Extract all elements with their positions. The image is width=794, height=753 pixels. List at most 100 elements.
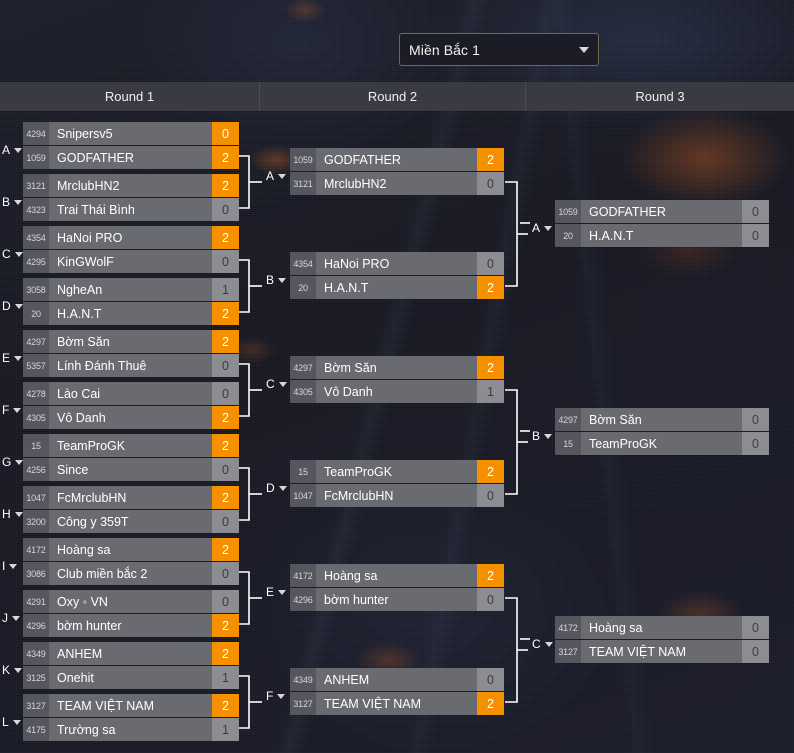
team-row[interactable]: 3127 TEAM VIỆT NAM 2	[23, 694, 239, 717]
match-r1-a[interactable]: 4294 Snipersv5 0 1059 GODFATHER 2	[23, 122, 239, 169]
region-select-value: Miền Bắc 1	[409, 41, 481, 58]
team-score: 2	[477, 356, 504, 379]
team-row[interactable]: 1047 FcMrclubHN 0	[290, 484, 504, 507]
team-row[interactable]: 1059 GODFATHER 0	[555, 200, 769, 223]
match-r1-f[interactable]: 4278 Lào Cai 0 4305 Vô Danh 2	[23, 382, 239, 429]
match-r3-c[interactable]: 4172 Hoàng sa 0 3127 TEAM VIỆT NAM 0	[555, 616, 769, 663]
match-r2-b[interactable]: 4354 HaNoi PRO 0 20 H.A.N.T 2	[290, 252, 504, 299]
match-label-r2-f[interactable]: F	[266, 689, 286, 703]
match-r2-f[interactable]: 4349 ANHEM 0 3127 TEAM VIỆT NAM 2	[290, 668, 504, 715]
match-r3-a[interactable]: 1059 GODFATHER 0 20 H.A.N.T 0	[555, 200, 769, 247]
team-row[interactable]: 4297 Bờm Săn 2	[23, 330, 239, 353]
team-seed: 20	[555, 224, 581, 247]
team-row[interactable]: 4297 Bờm Săn 0	[555, 408, 769, 431]
match-label-r2-b[interactable]: B	[266, 274, 287, 286]
match-letter: F	[266, 689, 274, 703]
match-label-r3-c[interactable]: C	[532, 638, 553, 650]
team-row[interactable]: 20 H.A.N.T 0	[555, 224, 769, 247]
team-row[interactable]: 15 TeamProGK 0	[555, 432, 769, 455]
match-r1-d[interactable]: 3058 NgheAn 1 20 H.A.N.T 2	[23, 278, 239, 325]
match-label-r1-a[interactable]: A	[2, 144, 23, 156]
match-r2-e[interactable]: 4172 Hoàng sa 2 4296 bờm hunter 0	[290, 564, 504, 611]
team-row[interactable]: 4295 KinGWolF 0	[23, 250, 239, 273]
team-row[interactable]: 1047 FcMrclubHN 2	[23, 486, 239, 509]
match-label-r1-k[interactable]: K	[2, 664, 23, 676]
match-r1-i[interactable]: 4172 Hoàng sa 2 3086 Club miền bắc 2 0	[23, 538, 239, 585]
team-row[interactable]: 3127 TEAM VIỆT NAM 0	[555, 640, 769, 663]
team-row[interactable]: 3125 Onehit 1	[23, 666, 239, 689]
team-row[interactable]: 1059 GODFATHER 2	[290, 148, 504, 171]
team-row[interactable]: 4291 Oxy ◦ VN 0	[23, 590, 239, 613]
match-label-r2-e[interactable]: E	[266, 586, 287, 598]
team-row[interactable]: 3086 Club miền bắc 2 0	[23, 562, 239, 585]
match-label-r3-b[interactable]: B	[532, 430, 553, 442]
team-row[interactable]: 4296 bờm hunter 0	[290, 588, 504, 611]
team-row[interactable]: 3121 MrclubHN2 0	[290, 172, 504, 195]
match-label-r1-g[interactable]: G	[2, 456, 24, 468]
match-label-r1-h[interactable]: H	[2, 508, 23, 520]
team-row[interactable]: 15 TeamProGK 2	[23, 434, 239, 457]
team-row[interactable]: 4297 Bờm Săn 2	[290, 356, 504, 379]
team-row[interactable]: 4305 Vô Danh 2	[23, 406, 239, 429]
team-row[interactable]: 3058 NgheAn 1	[23, 278, 239, 301]
region-select[interactable]: Miền Bắc 1	[399, 33, 599, 66]
match-label-r1-d[interactable]: D	[2, 300, 23, 312]
match-label-r2-c[interactable]: C	[266, 378, 287, 390]
team-row[interactable]: 4354 HaNoi PRO 2	[23, 226, 239, 249]
team-row[interactable]: 4172 Hoàng sa 0	[555, 616, 769, 639]
match-label-r1-e[interactable]: E	[2, 352, 23, 364]
team-row[interactable]: 4354 HaNoi PRO 0	[290, 252, 504, 275]
team-seed: 4294	[23, 122, 49, 145]
team-row[interactable]: 4349 ANHEM 0	[290, 668, 504, 691]
chevron-down-icon	[277, 693, 286, 699]
match-r1-k[interactable]: 4349 ANHEM 2 3125 Onehit 1	[23, 642, 239, 689]
team-row[interactable]: 20 H.A.N.T 2	[23, 302, 239, 325]
match-r1-l[interactable]: 3127 TEAM VIỆT NAM 2 4175 Trường sa 1	[23, 694, 239, 741]
team-seed: 4305	[23, 406, 49, 429]
match-r2-a[interactable]: 1059 GODFATHER 2 3121 MrclubHN2 0	[290, 148, 504, 195]
match-label-r3-a[interactable]: A	[532, 222, 553, 234]
team-row[interactable]: 3200 Công y 359T 0	[23, 510, 239, 533]
team-seed: 4354	[290, 252, 316, 275]
team-row[interactable]: 20 H.A.N.T 2	[290, 276, 504, 299]
team-row[interactable]: 4305 Vô Danh 1	[290, 380, 504, 403]
team-score: 2	[212, 302, 239, 325]
team-row[interactable]: 4172 Hoàng sa 2	[290, 564, 504, 587]
match-label-r1-f[interactable]: F	[2, 404, 22, 416]
team-row[interactable]: 4294 Snipersv5 0	[23, 122, 239, 145]
match-r3-b[interactable]: 4297 Bờm Săn 0 15 TeamProGK 0	[555, 408, 769, 455]
team-row[interactable]: 3127 TEAM VIỆT NAM 2	[290, 692, 504, 715]
match-label-r1-b[interactable]: B	[2, 196, 23, 208]
team-name: HaNoi PRO	[316, 252, 477, 275]
match-r1-j[interactable]: 4291 Oxy ◦ VN 0 4296 bờm hunter 2	[23, 590, 239, 637]
team-row[interactable]: 4296 bờm hunter 2	[23, 614, 239, 637]
match-r1-g[interactable]: 15 TeamProGK 2 4256 Since 0	[23, 434, 239, 481]
match-r1-b[interactable]: 3121 MrclubHN2 2 4323 Trai Thái Bình 0	[23, 174, 239, 221]
match-r1-c[interactable]: 4354 HaNoi PRO 2 4295 KinGWolF 0	[23, 226, 239, 273]
team-row[interactable]: 4323 Trai Thái Bình 0	[23, 198, 239, 221]
team-row[interactable]: 4278 Lào Cai 0	[23, 382, 239, 405]
team-row[interactable]: 4175 Trường sa 1	[23, 718, 239, 741]
match-label-r2-a[interactable]: A	[266, 170, 287, 182]
team-name: TEAM VIỆT NAM	[49, 694, 212, 717]
team-row[interactable]: 3121 MrclubHN2 2	[23, 174, 239, 197]
team-row[interactable]: 1059 GODFATHER 2	[23, 146, 239, 169]
team-seed: 4256	[23, 458, 49, 481]
team-row[interactable]: 15 TeamProGK 2	[290, 460, 504, 483]
match-r2-d[interactable]: 15 TeamProGK 2 1047 FcMrclubHN 0	[290, 460, 504, 507]
match-label-r1-i[interactable]: I	[2, 560, 18, 572]
match-r1-h[interactable]: 1047 FcMrclubHN 2 3200 Công y 359T 0	[23, 486, 239, 533]
team-row[interactable]: 5357 Lính Đánh Thuê 0	[23, 354, 239, 377]
team-row[interactable]: 4256 Since 0	[23, 458, 239, 481]
match-label-r1-l[interactable]: L	[2, 716, 21, 728]
team-seed: 4172	[290, 564, 316, 587]
team-score: 2	[477, 564, 504, 587]
team-row[interactable]: 4172 Hoàng sa 2	[23, 538, 239, 561]
team-row[interactable]: 4349 ANHEM 2	[23, 642, 239, 665]
match-label-r1-j[interactable]: J	[2, 612, 20, 624]
match-r1-e[interactable]: 4297 Bờm Săn 2 5357 Lính Đánh Thuê 0	[23, 330, 239, 377]
match-label-r2-d[interactable]: D	[266, 482, 287, 494]
match-label-r1-c[interactable]: C	[2, 248, 23, 260]
match-r2-c[interactable]: 4297 Bờm Săn 2 4305 Vô Danh 1	[290, 356, 504, 403]
team-name: Oxy ◦ VN	[49, 590, 212, 613]
